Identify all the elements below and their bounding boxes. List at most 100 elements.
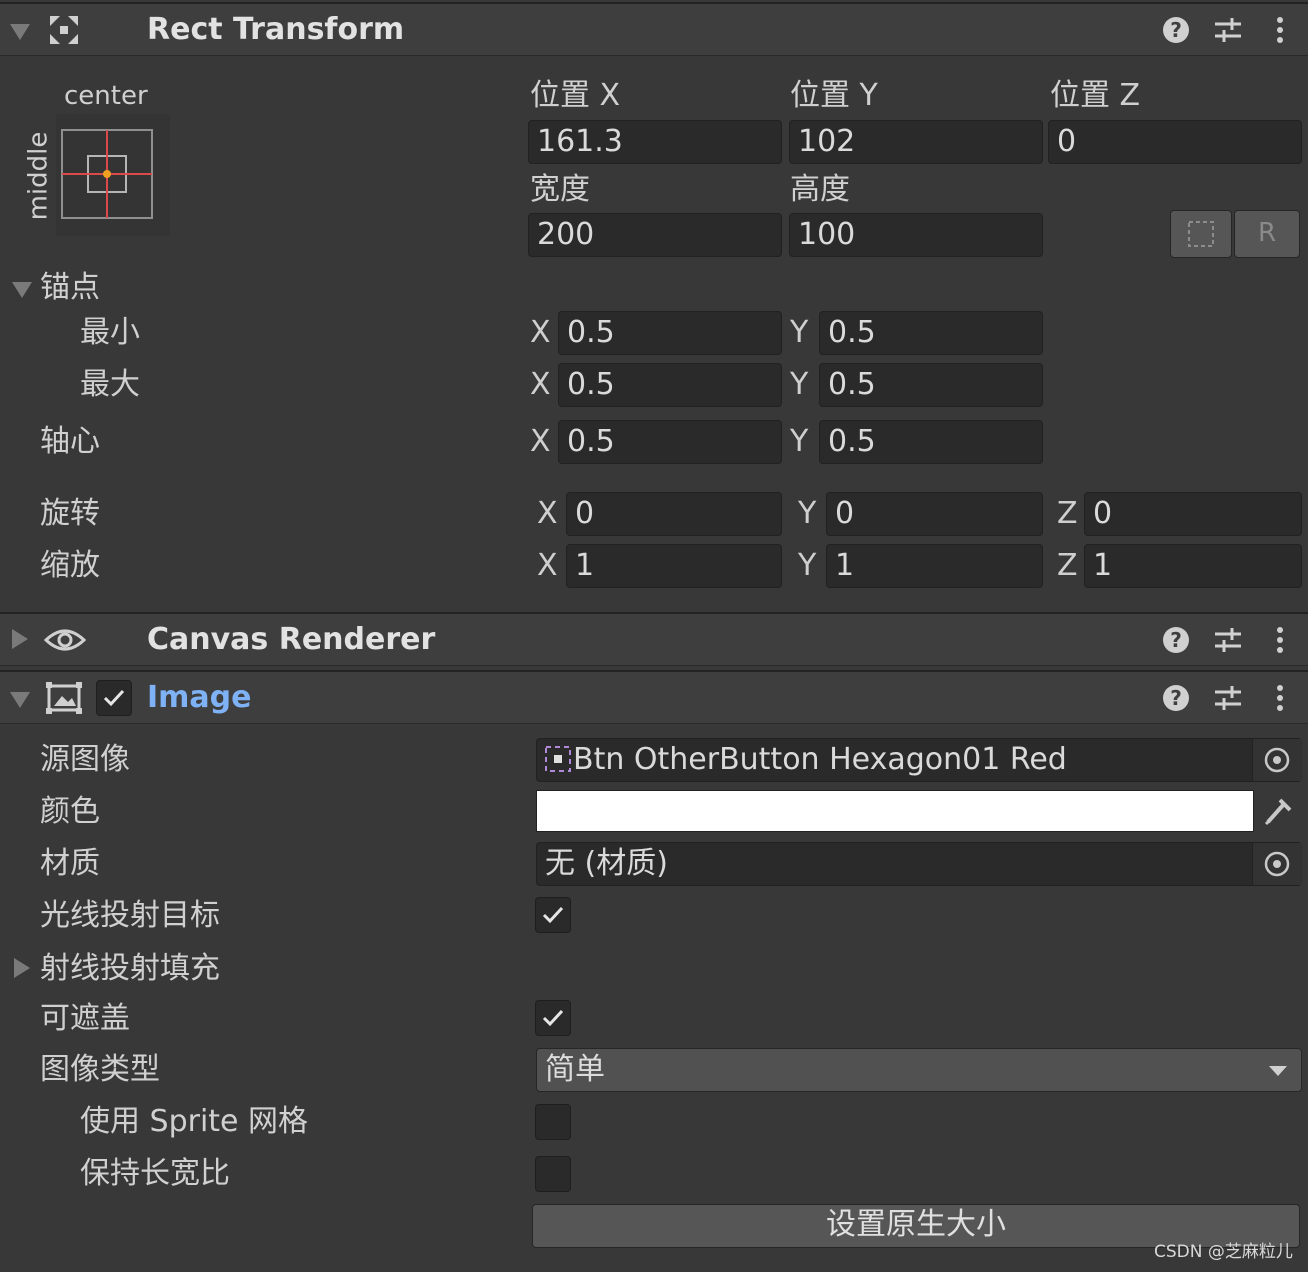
image-component-icon <box>46 682 82 714</box>
anchor-preset-icon <box>61 129 153 219</box>
pos-x-header: 位置 X <box>530 78 621 113</box>
rect-transform-header[interactable]: Rect Transform ? <box>0 2 1308 56</box>
pivot-y-field[interactable]: 0.5 <box>819 420 1043 464</box>
rotation-y-axis[interactable]: Y <box>798 494 816 534</box>
use-sprite-mesh-checkbox[interactable] <box>535 1104 571 1140</box>
maskable-checkbox[interactable] <box>535 1000 571 1036</box>
pos-x-field[interactable]: 161.3 <box>528 120 782 164</box>
rotation-z-field[interactable]: 0 <box>1084 492 1302 536</box>
object-picker-icon <box>1264 851 1290 877</box>
scale-label: 缩放 <box>40 548 100 583</box>
preserve-aspect-checkbox[interactable] <box>535 1156 571 1192</box>
scale-y-axis[interactable]: Y <box>798 546 816 586</box>
source-image-value: Btn OtherButton Hexagon01 Red <box>573 742 1067 777</box>
component-title: Canvas Renderer <box>147 622 436 657</box>
watermark: CSDN @芝麻粒儿 <box>1154 1242 1293 1262</box>
anchor-max-label: 最大 <box>80 367 140 402</box>
rotation-z-axis[interactable]: Z <box>1057 494 1078 534</box>
anchor-preset-button[interactable] <box>56 114 170 236</box>
collapse-triangle-icon[interactable] <box>10 692 30 708</box>
component-title: Image <box>147 680 252 715</box>
source-image-label: 源图像 <box>40 742 130 777</box>
anchor-min-y-field[interactable]: 0.5 <box>819 311 1043 355</box>
preset-settings-icon[interactable] <box>1212 14 1244 46</box>
anchor-max-y-field[interactable]: 0.5 <box>819 363 1043 407</box>
canvas-renderer-header[interactable]: Canvas Renderer ? <box>0 612 1308 666</box>
pivot-label: 轴心 <box>40 424 100 459</box>
raw-edit-button[interactable]: R <box>1234 210 1300 258</box>
chevron-down-icon <box>1269 1066 1287 1076</box>
raycast-target-checkbox[interactable] <box>535 897 571 933</box>
raycast-target-label: 光线投射目标 <box>40 898 220 933</box>
pos-y-header: 位置 Y <box>790 78 878 113</box>
anchor-min-x-field[interactable]: 0.5 <box>558 311 782 355</box>
preset-settings-icon[interactable] <box>1212 682 1244 714</box>
checkmark-icon <box>103 689 125 707</box>
blueprint-icon <box>1188 221 1214 247</box>
image-type-value: 简单 <box>545 1052 605 1087</box>
checkmark-icon <box>542 906 564 924</box>
pos-y-field[interactable]: 102 <box>789 120 1043 164</box>
component-title: Rect Transform <box>147 12 405 47</box>
image-type-dropdown[interactable]: 简单 <box>536 1048 1302 1092</box>
help-icon[interactable]: ? <box>1160 624 1192 656</box>
anchor-max-x-axis[interactable]: X <box>530 365 551 405</box>
context-menu-icon[interactable] <box>1264 624 1296 656</box>
material-label: 材质 <box>40 846 100 881</box>
svg-text:?: ? <box>1170 686 1182 710</box>
anchor-min-x-axis[interactable]: X <box>530 313 551 353</box>
use-sprite-mesh-label: 使用 Sprite 网格 <box>80 1104 309 1139</box>
context-menu-icon[interactable] <box>1264 682 1296 714</box>
anchor-max-x-field[interactable]: 0.5 <box>558 363 782 407</box>
scale-x-axis[interactable]: X <box>537 546 558 586</box>
rect-transform-icon <box>50 16 78 44</box>
scale-x-field[interactable]: 1 <box>566 544 782 588</box>
height-label: 高度 <box>790 172 850 207</box>
color-picker-button[interactable] <box>1256 790 1302 832</box>
pos-z-field[interactable]: 0 <box>1048 120 1302 164</box>
anchors-foldout-icon[interactable] <box>12 282 32 298</box>
height-field[interactable]: 100 <box>789 213 1043 257</box>
pivot-x-field[interactable]: 0.5 <box>558 420 782 464</box>
anchor-min-y-axis[interactable]: Y <box>790 313 808 353</box>
checkmark-icon <box>542 1009 564 1027</box>
anchor-preset-vertical-label: middle <box>23 131 54 221</box>
pivot-x-axis[interactable]: X <box>530 422 551 462</box>
raycast-padding-label[interactable]: 射线投射填充 <box>40 949 220 989</box>
scale-y-field[interactable]: 1 <box>826 544 1043 588</box>
preset-settings-icon[interactable] <box>1212 624 1244 656</box>
anchors-label[interactable]: 锚点 <box>40 268 100 308</box>
rotation-x-field[interactable]: 0 <box>566 492 782 536</box>
context-menu-icon[interactable] <box>1264 14 1296 46</box>
object-picker-icon <box>1264 747 1290 773</box>
rotation-x-axis[interactable]: X <box>537 494 558 534</box>
expand-triangle-icon[interactable] <box>12 629 28 649</box>
image-header[interactable]: Image ? <box>0 670 1308 724</box>
component-enabled-checkbox[interactable] <box>96 680 132 716</box>
material-picker-button[interactable] <box>1252 843 1302 885</box>
scale-z-field[interactable]: 1 <box>1084 544 1302 588</box>
width-label: 宽度 <box>530 172 590 207</box>
svg-text:?: ? <box>1170 18 1182 42</box>
anchor-preset-horizontal-label: center <box>64 81 148 111</box>
source-image-field[interactable]: Btn OtherButton Hexagon01 Red <box>536 738 1302 782</box>
color-label: 颜色 <box>40 794 100 829</box>
width-field[interactable]: 200 <box>528 213 782 257</box>
material-field[interactable]: 无 (材质) <box>536 842 1302 886</box>
source-image-picker-button[interactable] <box>1252 739 1302 781</box>
scale-z-axis[interactable]: Z <box>1057 546 1078 586</box>
pivot-y-axis[interactable]: Y <box>790 422 808 462</box>
help-icon[interactable]: ? <box>1160 682 1192 714</box>
collapse-triangle-icon[interactable] <box>10 24 30 40</box>
anchor-max-y-axis[interactable]: Y <box>790 365 808 405</box>
help-icon[interactable]: ? <box>1160 14 1192 46</box>
eyedropper-icon <box>1264 798 1292 826</box>
blueprint-mode-button[interactable] <box>1170 210 1232 258</box>
rotation-label: 旋转 <box>40 496 100 531</box>
color-swatch[interactable] <box>536 790 1254 832</box>
raycast-padding-foldout-icon[interactable] <box>14 958 30 978</box>
maskable-label: 可遮盖 <box>40 1001 130 1036</box>
rotation-y-field[interactable]: 0 <box>826 492 1043 536</box>
image-type-label: 图像类型 <box>40 1052 160 1087</box>
anchor-min-label: 最小 <box>80 315 140 350</box>
